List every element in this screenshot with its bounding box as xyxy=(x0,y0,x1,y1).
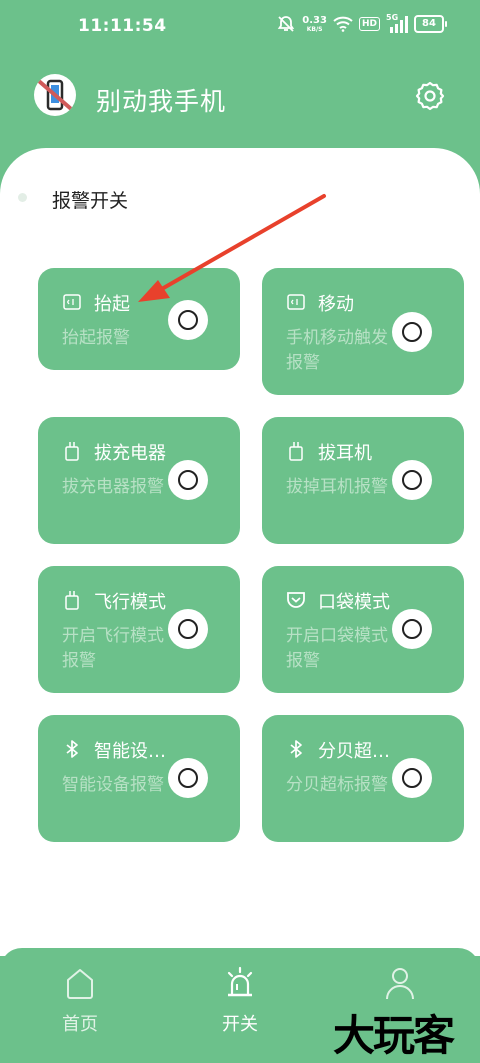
card-headphone[interactable]: 拔耳机 拔掉耳机报警 xyxy=(262,417,464,544)
charger-plug-icon xyxy=(65,442,79,461)
toggle-switch[interactable] xyxy=(168,460,208,500)
status-icons: 0.33 KB/S HD 5G 84 xyxy=(276,13,447,34)
card-charger[interactable]: 拔充电器 拔充电器报警 xyxy=(38,417,240,544)
toggle-switch[interactable] xyxy=(168,300,208,340)
toggle-switch[interactable] xyxy=(392,609,432,649)
network-speed: 0.33 KB/S xyxy=(302,14,327,33)
card-desc: 开启飞行模式报警 xyxy=(62,626,164,671)
nav-home[interactable]: 首页 xyxy=(0,948,160,1056)
no-phone-logo-icon xyxy=(38,79,72,111)
card-desc: 拔掉耳机报警 xyxy=(286,477,388,497)
toggle-switch[interactable] xyxy=(168,609,208,649)
toggle-switch[interactable] xyxy=(392,758,432,798)
card-airplane[interactable]: 飞行模式 开启飞行模式报警 xyxy=(38,566,240,693)
nav-label: 首页 xyxy=(62,1014,98,1035)
phone-move-icon xyxy=(287,294,305,310)
card-title: 移动 xyxy=(318,294,354,315)
toggle-switch[interactable] xyxy=(392,460,432,500)
card-pocket[interactable]: 口袋模式 开启口袋模式报警 xyxy=(262,566,464,693)
card-move[interactable]: 移动 手机移动触发报警 xyxy=(262,268,464,395)
card-title: 飞行模式 xyxy=(94,592,166,613)
watermark: 大玩客 xyxy=(333,1011,455,1060)
speed-unit: KB/S xyxy=(306,25,323,33)
card-lift[interactable]: 抬起 抬起报警 xyxy=(38,268,240,370)
section-dot xyxy=(18,193,27,202)
card-desc: 手机移动触发报警 xyxy=(286,328,388,373)
main-panel: 报警开关 抬起 抬起报警 移动 手机移动触发报警 拔充电器 拔充电器报警 拔耳机… xyxy=(0,148,480,956)
status-time: 11:11:54 xyxy=(78,16,167,36)
phone-lift-icon xyxy=(63,294,81,310)
status-bar: 11:11:54 0.33 KB/S HD 5G 84 xyxy=(0,0,480,56)
card-title: 抬起 xyxy=(94,294,130,315)
card-title: 口袋模式 xyxy=(318,592,390,613)
gear-icon xyxy=(415,81,445,111)
app-title: 别动我手机 xyxy=(96,87,227,116)
card-title: 分贝超… xyxy=(318,741,390,762)
mute-bell-icon xyxy=(278,16,295,32)
nav-switch[interactable]: 开关 xyxy=(160,948,320,1056)
settings-button[interactable] xyxy=(414,80,446,112)
alarm-light-icon xyxy=(227,966,253,997)
card-desc: 智能设备报警 xyxy=(62,775,164,795)
card-desc: 开启口袋模式报警 xyxy=(286,626,388,671)
card-desc: 分贝超标报警 xyxy=(286,775,388,795)
home-icon xyxy=(67,969,93,999)
card-decibel[interactable]: 分贝超… 分贝超标报警 xyxy=(262,715,464,842)
card-title: 拔充电器 xyxy=(94,443,166,464)
battery-indicator: 84 xyxy=(414,15,447,33)
pocket-icon xyxy=(287,592,305,608)
wifi-icon xyxy=(333,16,353,32)
toggle-switch[interactable] xyxy=(392,312,432,352)
airplane-plug-icon xyxy=(65,591,79,610)
toggle-switch[interactable] xyxy=(168,758,208,798)
card-title: 拔耳机 xyxy=(318,443,372,464)
nav-label: 开关 xyxy=(222,1014,258,1035)
app-logo xyxy=(34,74,76,116)
app-header: 别动我手机 xyxy=(0,60,480,140)
headphone-plug-icon xyxy=(289,442,303,461)
section-title: 报警开关 xyxy=(52,190,129,212)
card-smart-device[interactable]: 智能设… 智能设备报警 xyxy=(38,715,240,842)
hd-badge: HD xyxy=(358,17,380,31)
user-icon xyxy=(386,968,414,1000)
card-desc: 抬起报警 xyxy=(62,328,130,348)
card-title: 智能设… xyxy=(94,741,166,762)
bluetooth-icon xyxy=(66,740,78,758)
card-desc: 拔充电器报警 xyxy=(62,477,164,497)
speed-value: 0.33 xyxy=(302,14,327,26)
signal-bars-icon xyxy=(390,16,408,33)
bluetooth-icon xyxy=(290,740,302,758)
signal-indicator: 5G xyxy=(386,13,408,33)
